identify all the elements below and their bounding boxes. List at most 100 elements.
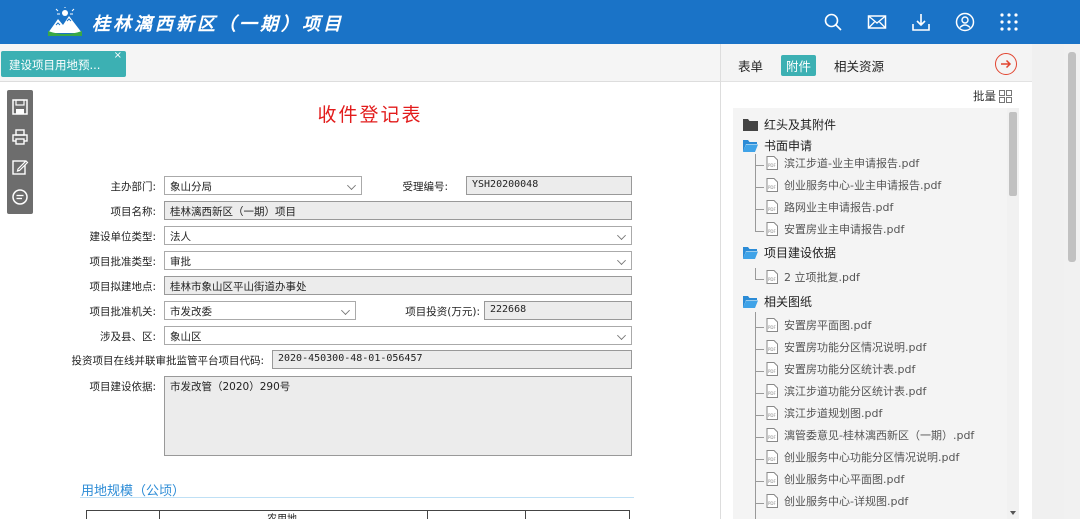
project-name-field[interactable]: 桂林漓西新区（一期）项目: [164, 201, 632, 220]
folder-open-icon: [743, 139, 758, 152]
print-icon[interactable]: [10, 127, 30, 147]
file-item[interactable]: PDF 创业服务中心-详规图.pdf: [755, 492, 908, 510]
tab-attachments[interactable]: 附件: [781, 55, 817, 76]
file-item[interactable]: PDF 滨江步道规划图.pdf: [755, 404, 882, 422]
file-item[interactable]: PDF 滨江步道功能分区统计表.pdf: [755, 382, 926, 400]
location-label: 项目拟建地点:: [89, 281, 156, 293]
attachment-panel: 表单 附件 相关资源 批量 红头及其附件 书面申请 PDF 滨江步道-业主申请报告…: [720, 44, 1033, 519]
approval-org-value: 市发改委: [170, 306, 212, 318]
mail-icon[interactable]: [866, 11, 888, 33]
chevron-down-icon: [341, 306, 350, 315]
document-tab-bar: 建设项目用地预... ×: [0, 44, 720, 82]
chevron-down-icon: [617, 256, 626, 265]
search-icon[interactable]: [822, 11, 844, 33]
folder-related-drawings[interactable]: 相关图纸: [743, 292, 812, 310]
approval-org-label: 项目批准机关:: [89, 306, 156, 318]
edit-icon[interactable]: [10, 157, 30, 177]
folder-label: 相关图纸: [764, 294, 813, 309]
file-item[interactable]: PDF 漓管委意见-桂林漓西新区（一期）.pdf: [755, 426, 974, 444]
arrow-right-circle-icon[interactable]: [995, 53, 1017, 75]
platform-code-label: 投资项目在线并联审批监管平台项目代码:: [71, 355, 264, 367]
svg-text:PDF: PDF: [768, 435, 776, 440]
investment-field[interactable]: 222668: [484, 301, 632, 320]
side-toolbar: [7, 90, 33, 214]
pdf-file-icon: PDF: [766, 362, 778, 376]
file-item[interactable]: PDF 安置房功能分区情况说明.pdf: [755, 338, 926, 356]
accept-no-label: 受理编号:: [402, 181, 448, 193]
file-item[interactable]: PDF 2 立项批复.pdf: [755, 268, 860, 286]
file-item[interactable]: PDF 创业服务中心功能分区情况说明.pdf: [755, 448, 959, 466]
scroll-down-arrow-icon[interactable]: [1010, 511, 1016, 515]
svg-text:PDF: PDF: [768, 413, 776, 418]
tab-form[interactable]: 表单: [733, 55, 768, 76]
chevron-down-icon: [617, 231, 626, 240]
pdf-file-icon: PDF: [766, 340, 778, 354]
dept-select[interactable]: 象山分局: [164, 176, 362, 195]
tab-close-icon[interactable]: ×: [114, 50, 122, 61]
folder-written-application[interactable]: 书面申请: [743, 136, 812, 154]
tab-land-pre-review[interactable]: 建设项目用地预... ×: [1, 50, 126, 77]
svg-text:PDF: PDF: [768, 457, 776, 462]
file-item[interactable]: PDF 路网业主申请报告.pdf: [755, 198, 893, 216]
page-scrollbar[interactable]: [1064, 44, 1080, 519]
county-select[interactable]: 象山区: [164, 326, 632, 345]
tree-scroll-thumb[interactable]: [1009, 112, 1017, 196]
approval-type-select[interactable]: 审批: [164, 251, 632, 270]
save-icon[interactable]: [10, 97, 30, 117]
form-panel: 收件登记表 主办部门: 象山分局 受理编号: YSH20200048 项目名称:…: [0, 82, 720, 519]
file-item[interactable]: PDF 安置房平面图.pdf: [755, 316, 871, 334]
svg-text:PDF: PDF: [768, 325, 776, 330]
svg-text:PDF: PDF: [768, 277, 776, 282]
folder-construction-basis[interactable]: 项目建设依据: [743, 243, 836, 261]
batch-grid-icon: [999, 89, 1012, 103]
folder-closed-icon: [743, 118, 758, 131]
tab-related-resources[interactable]: 相关资源: [829, 55, 889, 76]
comment-icon[interactable]: [10, 187, 30, 207]
approval-type-value: 审批: [170, 256, 191, 268]
pdf-file-icon: PDF: [766, 450, 778, 464]
apps-grid-icon[interactable]: [998, 11, 1020, 33]
dept-label: 主办部门:: [110, 181, 156, 193]
approval-org-select[interactable]: 市发改委: [164, 301, 356, 320]
file-item[interactable]: PDF 创业服务中心平面图.pdf: [755, 470, 904, 488]
pdf-file-icon: PDF: [766, 156, 778, 170]
dept-value: 象山分局: [170, 181, 212, 193]
chevron-down-icon: [617, 331, 626, 340]
tree-scrollbar[interactable]: [1007, 108, 1019, 519]
user-icon[interactable]: [954, 11, 976, 33]
county-label: 涉及县、区:: [99, 331, 156, 343]
svg-text:PDF: PDF: [768, 479, 776, 484]
chevron-down-icon: [347, 181, 356, 190]
unit-type-label: 建设单位类型:: [89, 231, 156, 243]
folder-label: 项目建设依据: [764, 245, 837, 260]
accept-no-field[interactable]: YSH20200048: [466, 176, 632, 195]
attachment-tree: 红头及其附件 书面申请 PDF 滨江步道-业主申请报告.pdf PDF 创业服务中心…: [733, 108, 1007, 519]
batch-button[interactable]: 批量: [973, 88, 1012, 104]
right-panel-tabs: 表单 附件 相关资源: [721, 44, 1033, 82]
investment-label: 项目投资(万元):: [405, 306, 480, 318]
pdf-file-icon: PDF: [766, 200, 778, 214]
unit-type-select[interactable]: 法人: [164, 226, 632, 245]
file-item[interactable]: PDF 滨江步道-业主申请报告.pdf: [755, 154, 919, 172]
svg-text:PDF: PDF: [768, 391, 776, 396]
svg-text:PDF: PDF: [768, 207, 776, 212]
platform-code-field[interactable]: 2020-450300-48-01-056457: [272, 350, 632, 369]
basis-textarea[interactable]: 市发改管（2020）290号: [164, 376, 632, 456]
file-item[interactable]: PDF 安置房业主申请报告.pdf: [755, 220, 904, 238]
pdf-file-icon: PDF: [766, 222, 778, 236]
file-item[interactable]: PDF 创业服务中心-业主申请报告.pdf: [755, 176, 941, 194]
land-scale-table: 农用地: [86, 510, 630, 519]
download-icon[interactable]: [910, 11, 932, 33]
unit-type-value: 法人: [170, 231, 191, 243]
folder-label: 书面申请: [764, 138, 813, 153]
location-field[interactable]: 桂林市象山区平山街道办事处: [164, 276, 632, 295]
pdf-file-icon: PDF: [766, 494, 778, 508]
page-scroll-thumb[interactable]: [1068, 52, 1076, 262]
folder-red-header[interactable]: 红头及其附件: [743, 115, 836, 133]
tab-label: 建设项目用地预...: [9, 58, 101, 72]
basis-label: 项目建设依据:: [89, 381, 156, 393]
mountain-logo-icon: [48, 7, 82, 36]
app-header: 桂林漓西新区（一期）项目: [0, 0, 1080, 44]
file-item[interactable]: PDF 安置房功能分区统计表.pdf: [755, 360, 915, 378]
folder-label: 红头及其附件: [764, 117, 837, 132]
